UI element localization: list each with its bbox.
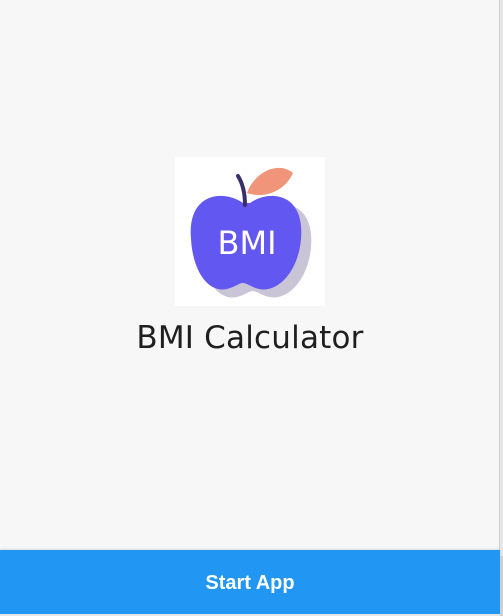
logo-text: BMI [218,224,277,262]
app-logo: BMI [175,157,325,306]
apple-icon: BMI [190,167,312,298]
app-window: BMI BMI Calculator Start App [0,0,500,614]
app-title: BMI Calculator [136,320,364,356]
start-app-button[interactable]: Start App [0,550,500,614]
